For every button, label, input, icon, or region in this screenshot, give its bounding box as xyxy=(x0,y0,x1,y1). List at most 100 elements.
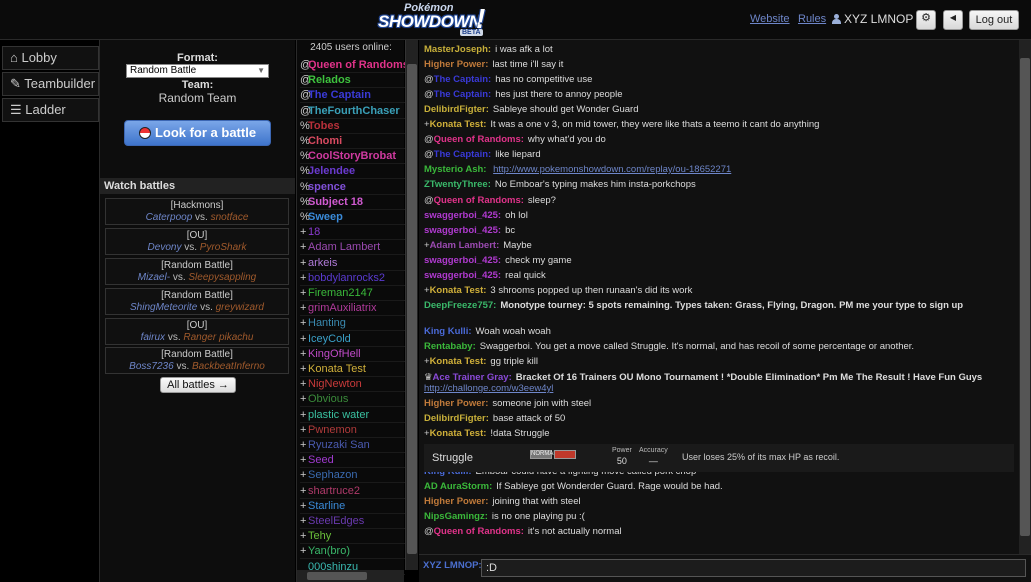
user-entry[interactable]: %Tobes xyxy=(300,119,405,134)
edit-icon: ✎ xyxy=(10,76,25,91)
chat-username[interactable]: swaggerboi_425: xyxy=(424,255,501,266)
user-entry[interactable]: @The Captain xyxy=(300,88,405,104)
user-entry[interactable]: + Fireman2147 xyxy=(300,286,405,301)
battle-entry[interactable]: [OU] Devony vs. PyroShark xyxy=(105,228,289,255)
chat-scrollbar[interactable] xyxy=(1019,40,1031,554)
scrollbar-thumb[interactable] xyxy=(1020,58,1030,536)
all-battles-button[interactable]: All battles → xyxy=(160,377,236,393)
chat-username[interactable]: MasterJoseph: xyxy=(424,44,491,55)
chat-username[interactable]: Konata Test: xyxy=(430,119,487,130)
user-entry[interactable]: + grimAuxiliatrix xyxy=(300,301,405,317)
tab-teambuilder[interactable]: ✎ Teambuilder xyxy=(2,72,99,96)
user-entry[interactable]: + Hanting xyxy=(300,316,405,332)
chat-username[interactable]: swaggerboi_425: xyxy=(424,210,501,221)
website-link[interactable]: Website xyxy=(750,13,790,25)
chat-username[interactable]: ZTwentyThree: xyxy=(424,179,491,190)
battle-entry[interactable]: [Random Battle] Mizael- vs. Sleepysappli… xyxy=(105,258,289,285)
chat-username[interactable]: swaggerboi_425: xyxy=(424,270,501,281)
chat-username[interactable]: The Captain: xyxy=(434,89,492,100)
user-entry[interactable]: + SteelEdges xyxy=(300,514,405,529)
userlist-scrollbar[interactable] xyxy=(405,40,418,570)
user-entry[interactable]: + arkeis xyxy=(300,256,405,271)
look-for-battle-button[interactable]: Look for a battle xyxy=(124,120,271,146)
chat-username[interactable]: Ace Trainer Gray: xyxy=(433,372,512,383)
chat-username[interactable]: The Captain: xyxy=(434,74,492,85)
user-entry[interactable]: + Starline xyxy=(300,499,405,514)
user-entry[interactable]: + shartruce2 xyxy=(300,484,405,499)
user-entry[interactable]: %Sweep xyxy=(300,210,405,225)
chat-link[interactable]: http://www.pokemonshowdown.com/replay/ou… xyxy=(493,164,731,175)
chat-username[interactable]: Queen of Randoms: xyxy=(434,526,524,537)
user-entry[interactable]: + NigNewton xyxy=(300,377,405,393)
user-entry[interactable]: + bobdylanrocks2 xyxy=(300,271,405,286)
chat-username[interactable]: AD AuraStorm: xyxy=(424,481,492,492)
chat-input[interactable]: :D xyxy=(481,559,1026,577)
user-entry[interactable]: + plastic water xyxy=(300,408,405,423)
pokemon-showdown-logo[interactable]: Pokémon SHOWDOWN BETA ! xyxy=(378,2,490,38)
battle-entry[interactable]: [OU] fairux vs. Ranger pikachu xyxy=(105,318,289,345)
chat-text: Woah woah woah xyxy=(475,326,551,337)
user-name: arkeis xyxy=(308,256,338,269)
user-entry[interactable]: @TheFourthChaser xyxy=(300,104,405,119)
chat-link[interactable]: http://challonge.com/w3eew4yl xyxy=(424,383,553,394)
user-entry[interactable]: %Jelendee xyxy=(300,164,405,180)
chat-username[interactable]: Mysterio Ash: xyxy=(424,164,486,175)
chat-username[interactable]: Queen of Randoms: xyxy=(434,195,524,206)
user-entry[interactable]: @Queen of Randoms xyxy=(300,58,405,73)
user-entry[interactable]: %Subject 18 xyxy=(300,195,405,210)
battle-entry[interactable]: [Random Battle] ShingMeteorite vs. greyw… xyxy=(105,288,289,315)
chat-username[interactable]: Higher Power: xyxy=(424,398,488,409)
chat-username[interactable]: Konata Test: xyxy=(430,428,487,439)
user-entry[interactable]: %CoolStoryBrobat xyxy=(300,149,405,165)
user-entry[interactable]: + Pwnemon xyxy=(300,423,405,438)
user-entry[interactable]: + Sephazon xyxy=(300,468,405,484)
chat-username[interactable]: DeepFreeze757: xyxy=(424,300,496,311)
scrollbar-thumb[interactable] xyxy=(307,572,367,580)
chat-username[interactable]: Konata Test: xyxy=(430,285,487,296)
user-entry[interactable]: + Yan(bro) xyxy=(300,544,405,560)
user-entry[interactable]: + KingOfHell xyxy=(300,347,405,362)
format-select[interactable]: Random Battle ▼ xyxy=(126,64,269,78)
tab-lobby[interactable]: ⌂ Lobby xyxy=(2,46,99,70)
userlist-horizontal-scrollbar[interactable] xyxy=(297,570,404,582)
user-entry[interactable]: +18 xyxy=(300,225,405,241)
user-entry[interactable]: + Obvious xyxy=(300,392,405,408)
user-entry[interactable]: + Seed xyxy=(300,453,405,469)
team-label: Team: xyxy=(181,79,214,91)
chat-username[interactable]: NipsGamingz: xyxy=(424,511,488,522)
chat-text: No Emboar's typing makes him insta-porkc… xyxy=(494,179,696,190)
chat-username[interactable]: DelibirdFigter: xyxy=(424,104,489,115)
chat-text: gg triple kill xyxy=(490,356,538,367)
settings-button[interactable]: ⚙ xyxy=(916,10,936,30)
battle-entry[interactable]: [Hackmons] Caterpoop vs. snotface xyxy=(105,198,289,225)
user-entry[interactable]: + IceyCold xyxy=(300,332,405,347)
user-entry[interactable]: + Konata Test xyxy=(300,362,405,377)
chat-message: Rentababy: Swaggerboi. You get a move cal… xyxy=(424,341,1014,352)
scrollbar-thumb[interactable] xyxy=(407,64,417,554)
user-entry[interactable]: %spence xyxy=(300,180,405,195)
rules-link[interactable]: Rules xyxy=(798,13,826,25)
tab-ladder[interactable]: ☰ Ladder xyxy=(2,98,99,122)
user-entry[interactable]: + Tehy xyxy=(300,529,405,545)
user-entry[interactable]: %Chomi xyxy=(300,134,405,149)
chat-username[interactable]: Rentababy: xyxy=(424,341,476,352)
chat-username[interactable]: King Kulli: xyxy=(424,326,472,337)
chat-username[interactable]: DelibirdFigter: xyxy=(424,413,489,424)
user-rank: % xyxy=(300,211,310,223)
user-entry[interactable]: @Relados xyxy=(300,73,405,89)
battle-player1: fairux xyxy=(140,332,166,343)
user-entry[interactable]: + Ryuzaki San xyxy=(300,438,405,453)
sound-button[interactable]: ◀ xyxy=(943,10,963,30)
chat-username[interactable]: Higher Power: xyxy=(424,496,488,507)
logout-button[interactable]: Log out xyxy=(969,10,1019,30)
chat-username[interactable]: Adam Lambert: xyxy=(430,240,500,251)
battle-entry[interactable]: [Random Battle] Boss7236 vs. BackbeatInf… xyxy=(105,347,289,374)
username-display[interactable]: XYZ LMNOP xyxy=(832,12,913,26)
chat-username[interactable]: Higher Power: xyxy=(424,59,488,70)
chat-username[interactable]: Konata Test: xyxy=(430,356,487,367)
chat-username[interactable]: Queen of Randoms: xyxy=(434,134,524,145)
user-entry[interactable]: + Adam Lambert xyxy=(300,240,405,256)
chat-username[interactable]: The Captain: xyxy=(434,149,492,160)
chat-username[interactable]: swaggerboi_425: xyxy=(424,225,501,236)
team-value[interactable]: Random Team xyxy=(100,91,295,105)
